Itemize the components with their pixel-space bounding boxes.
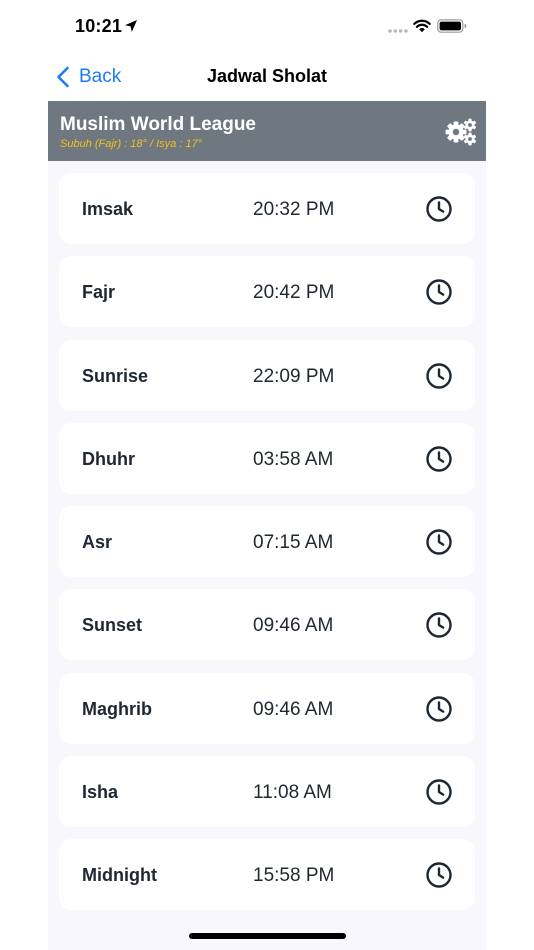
status-bar: 10:21 <box>0 0 534 54</box>
clock-icon[interactable] <box>425 778 453 806</box>
prayer-name: Sunset <box>82 615 143 636</box>
prayer-name: Sunrise <box>82 365 149 386</box>
prayer-time: 09:46 AM <box>253 698 334 720</box>
wifi-icon <box>413 19 431 33</box>
prayer-time: 11:08 AM <box>253 781 332 803</box>
prayer-row-sunrise: Sunrise 22:09 PM <box>59 339 475 411</box>
prayer-name: Isha <box>82 781 119 802</box>
prayer-row-asr: Asr 07:15 AM <box>59 506 475 577</box>
prayer-schedule: Muslim World League Subuh (Fajr) : 18° /… <box>48 101 486 950</box>
prayer-name: Asr <box>82 532 113 552</box>
clock-icon[interactable] <box>425 278 453 306</box>
clock-icon[interactable] <box>425 362 453 390</box>
prayer-time: 09:46 AM <box>253 615 334 637</box>
prayer-time: 20:32 PM <box>253 199 335 220</box>
clock-icon[interactable] <box>425 861 453 889</box>
prayer-time: 15:58 PM <box>253 865 335 886</box>
clock-icon[interactable] <box>425 528 453 556</box>
prayer-row-dhuhr: Dhuhr 03:58 AM <box>59 422 475 494</box>
page-title: Jadwal Sholat <box>206 66 328 86</box>
prayer-name: Dhuhr <box>82 448 135 469</box>
prayer-name: Fajr <box>82 282 116 303</box>
prayer-time: 03:58 AM <box>253 448 334 470</box>
prayer-row-midnight: Midnight 15:58 PM <box>59 839 475 910</box>
clock-icon[interactable] <box>425 695 453 723</box>
prayer-name: Midnight <box>82 865 157 885</box>
prayer-row-fajr: Fajr 20:42 PM <box>59 256 475 328</box>
status-time: 10:21 <box>75 16 123 36</box>
clock-icon[interactable] <box>425 445 453 473</box>
method-name: Muslim World League <box>60 114 257 135</box>
method-params: Subuh (Fajr) : 18° / Isya : 17° <box>60 138 203 150</box>
location-arrow-icon <box>125 20 137 32</box>
prayer-row-maghrib: Maghrib 09:46 AM <box>59 672 475 744</box>
prayer-row-isha: Isha 11:08 AM <box>59 755 475 827</box>
prayer-row-imsak: Imsak 20:32 PM <box>59 173 475 244</box>
prayer-time: 22:09 PM <box>253 365 335 387</box>
prayer-time: 20:42 PM <box>253 282 335 304</box>
gears-icon[interactable] <box>445 118 477 146</box>
signal-icon <box>388 29 408 33</box>
prayer-row-sunset: Sunset 09:46 AM <box>59 589 475 661</box>
home-indicator[interactable] <box>189 933 346 939</box>
prayer-times-list: Imsak 20:32 PM Fajr 20:42 PM Sunrise 22:… <box>59 173 475 922</box>
navigation-bar: Back Jadwal Sholat <box>0 54 534 100</box>
clock-icon[interactable] <box>425 611 453 639</box>
clock-icon[interactable] <box>425 195 453 223</box>
calculation-method-header: Muslim World League Subuh (Fajr) : 18° /… <box>48 101 486 161</box>
prayer-name: Imsak <box>82 199 134 219</box>
battery-icon <box>437 19 467 33</box>
prayer-name: Maghrib <box>82 698 152 719</box>
prayer-time: 07:15 AM <box>253 532 334 553</box>
